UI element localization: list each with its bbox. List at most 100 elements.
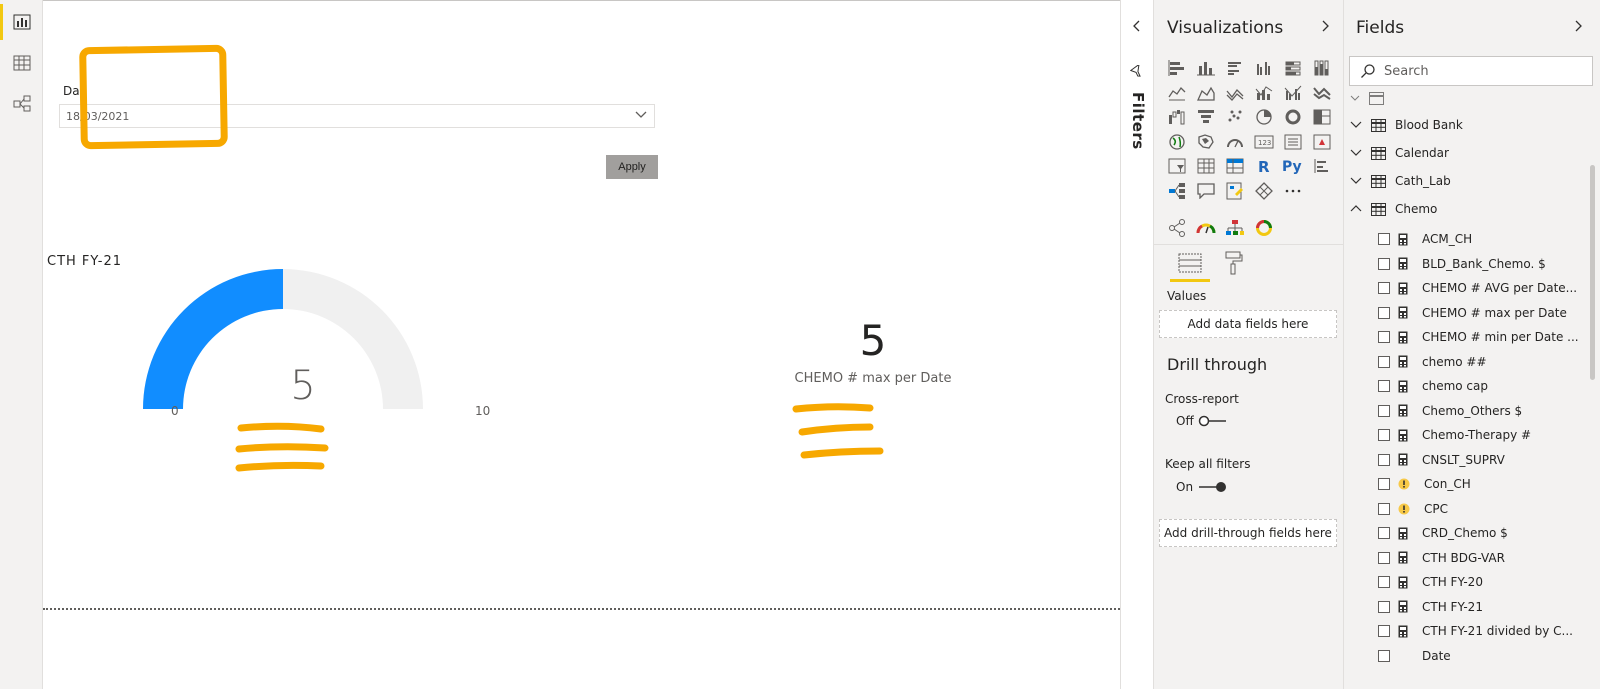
line-column-icon[interactable] — [1249, 81, 1278, 106]
clustered-bar-icon[interactable] — [1220, 56, 1249, 81]
field-checkbox[interactable] — [1378, 527, 1390, 539]
ribbon-chart-icon[interactable] — [1307, 81, 1336, 106]
key-influencers-icon[interactable] — [1307, 154, 1336, 179]
gauge-icon[interactable] — [1220, 130, 1249, 155]
apply-button[interactable]: Apply — [606, 155, 658, 179]
field-row[interactable]: chemo ## — [1378, 350, 1487, 374]
field-checkbox[interactable] — [1378, 478, 1390, 490]
table-calendar[interactable]: Calendar — [1350, 140, 1449, 166]
network-icon[interactable] — [1162, 216, 1191, 240]
field-checkbox[interactable] — [1378, 282, 1390, 294]
100-bar-icon[interactable] — [1278, 56, 1307, 81]
table-chemo[interactable]: Chemo — [1350, 196, 1437, 222]
field-checkbox[interactable] — [1378, 355, 1390, 368]
field-row[interactable]: ACM_CH — [1378, 227, 1472, 251]
python-visual-icon[interactable]: Py — [1278, 154, 1307, 179]
field-row[interactable]: CTH BDG-VAR — [1378, 546, 1505, 570]
kpi-icon[interactable] — [1307, 130, 1336, 155]
clustered-column-icon[interactable] — [1249, 56, 1278, 81]
field-row[interactable]: Date — [1378, 644, 1451, 668]
r-visual-icon[interactable]: R — [1249, 154, 1278, 179]
chevron-left-icon[interactable] — [1131, 18, 1143, 37]
field-row[interactable]: BLD_Bank_Chemo. $ — [1378, 252, 1546, 276]
waterfall-icon[interactable] — [1162, 105, 1191, 130]
chevron-right-icon[interactable] — [1572, 18, 1584, 37]
speedometer-icon[interactable] — [1191, 216, 1220, 240]
field-row[interactable]: CPC — [1378, 497, 1448, 521]
field-checkbox[interactable] — [1378, 600, 1390, 613]
filled-map-icon[interactable] — [1191, 130, 1220, 155]
filters-pane-collapsed[interactable]: Filters — [1120, 0, 1154, 689]
field-row[interactable]: chemo cap — [1378, 374, 1488, 398]
field-checkbox[interactable] — [1378, 649, 1390, 662]
fields-scrollbar[interactable] — [1590, 165, 1595, 380]
field-row[interactable]: Con_CH — [1378, 472, 1471, 496]
field-checkbox[interactable] — [1378, 576, 1390, 588]
map-icon[interactable] — [1162, 130, 1191, 155]
scatter-icon[interactable] — [1220, 105, 1249, 130]
fields-search-input[interactable]: Search — [1349, 56, 1593, 86]
line-chart-icon[interactable] — [1162, 81, 1191, 106]
donut-icon[interactable] — [1278, 105, 1307, 130]
field-checkbox[interactable] — [1378, 551, 1390, 564]
field-row[interactable]: CNSLT_SUPRV — [1378, 448, 1505, 472]
matrix-icon[interactable] — [1220, 154, 1249, 179]
decomposition-tree-icon[interactable] — [1162, 179, 1191, 204]
stacked-bar-icon[interactable] — [1162, 56, 1191, 81]
table-icon[interactable] — [1191, 154, 1220, 179]
chevron-right-icon[interactable] — [1319, 18, 1331, 37]
table-cath-lab[interactable]: Cath_Lab — [1350, 168, 1451, 194]
field-checkbox[interactable] — [1378, 306, 1390, 319]
more-icon[interactable] — [1278, 179, 1307, 204]
org-chart-icon[interactable] — [1220, 216, 1249, 240]
card-icon[interactable]: 123 — [1249, 130, 1278, 155]
keep-all-filters-toggle[interactable]: On — [1176, 480, 1227, 494]
funnel-icon[interactable] — [1191, 105, 1220, 130]
chevron-up-icon[interactable] — [1350, 204, 1362, 214]
chevron-down-icon[interactable] — [1350, 176, 1362, 186]
qa-icon[interactable] — [1191, 179, 1220, 204]
field-checkbox[interactable] — [1378, 331, 1390, 343]
report-view-icon[interactable] — [0, 2, 43, 42]
field-checkbox[interactable] — [1378, 453, 1390, 466]
field-row[interactable]: CHEMO # min per Date ... — [1378, 325, 1579, 349]
field-row[interactable]: CHEMO # max per Date — [1378, 301, 1567, 325]
field-row[interactable]: CTH FY-21 — [1378, 595, 1483, 619]
field-checkbox[interactable] — [1378, 625, 1390, 637]
field-row[interactable]: CHEMO # AVG per Date... — [1378, 276, 1577, 300]
field-checkbox[interactable] — [1378, 502, 1390, 515]
area-chart-icon[interactable] — [1191, 81, 1220, 106]
field-checkbox[interactable] — [1378, 380, 1390, 392]
stacked-area-icon[interactable] — [1220, 81, 1249, 106]
field-row[interactable]: CTH FY-21 divided by C... — [1378, 619, 1573, 643]
line-clustered-icon[interactable] — [1278, 81, 1307, 106]
format-tab[interactable] — [1220, 250, 1250, 280]
field-name: CHEMO # max per Date — [1422, 305, 1567, 320]
drill-through-drop-zone[interactable]: Add drill-through fields here — [1159, 519, 1337, 547]
multirow-card-icon[interactable] — [1278, 130, 1307, 155]
paginated-report-icon[interactable] — [1220, 179, 1249, 204]
field-checkbox[interactable] — [1378, 429, 1390, 441]
field-row[interactable]: CRD_Chemo $ — [1378, 521, 1508, 545]
model-view-icon[interactable] — [0, 84, 43, 124]
data-view-icon[interactable] — [0, 43, 43, 83]
field-checkbox[interactable] — [1378, 404, 1390, 417]
chevron-down-icon[interactable] — [1350, 148, 1362, 158]
power-apps-icon[interactable] — [1249, 179, 1278, 204]
slicer-icon[interactable] — [1162, 154, 1191, 179]
field-row[interactable]: Chemo-Therapy # — [1378, 423, 1531, 447]
fields-tab[interactable] — [1170, 250, 1210, 282]
field-row[interactable]: Chemo_Others $ — [1378, 399, 1522, 423]
chevron-down-icon[interactable] — [1350, 120, 1362, 130]
field-checkbox[interactable] — [1378, 257, 1390, 270]
table-blood-bank[interactable]: Blood Bank — [1350, 112, 1463, 138]
ring-icon[interactable] — [1249, 216, 1278, 240]
stacked-column-icon[interactable] — [1191, 56, 1220, 81]
cross-report-toggle[interactable]: Off — [1176, 414, 1228, 428]
field-row[interactable]: CTH FY-20 — [1378, 570, 1483, 594]
100-column-icon[interactable] — [1307, 56, 1336, 81]
field-checkbox[interactable] — [1378, 233, 1390, 245]
treemap-icon[interactable] — [1307, 105, 1336, 130]
pie-icon[interactable] — [1249, 105, 1278, 130]
values-drop-zone[interactable]: Add data fields here — [1159, 310, 1337, 338]
